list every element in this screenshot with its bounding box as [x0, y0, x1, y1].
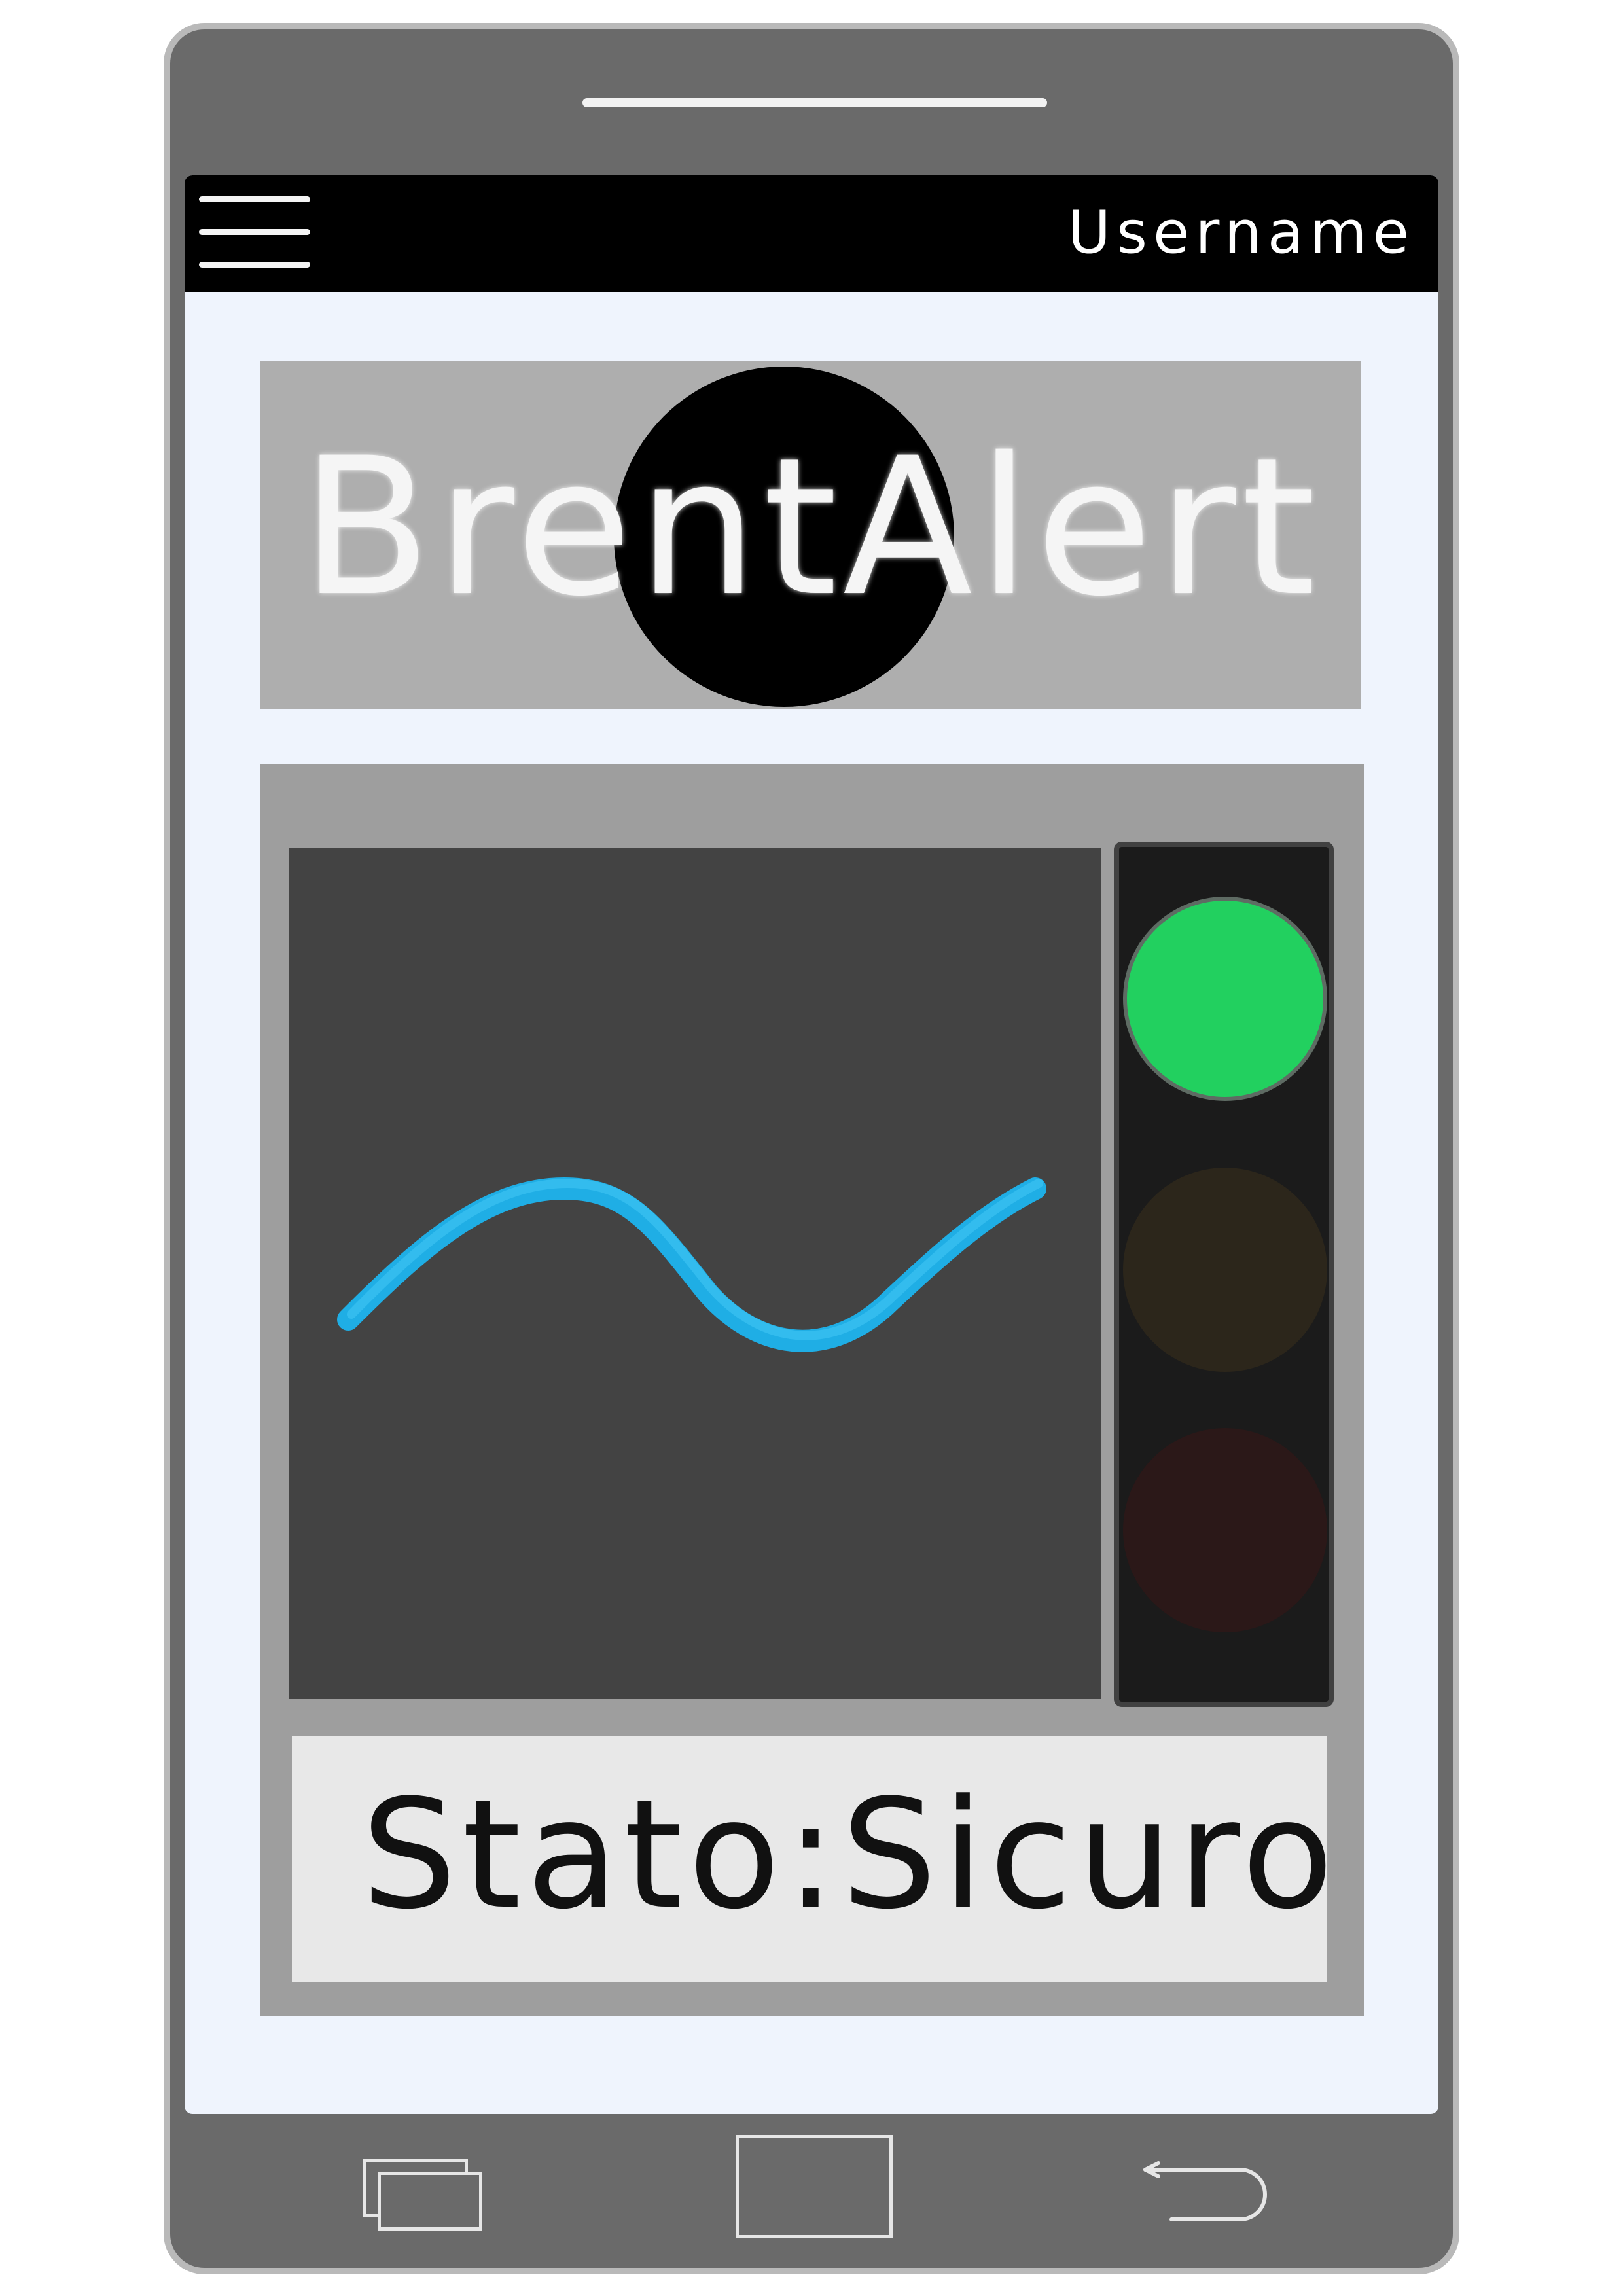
level-graph	[289, 848, 1101, 1699]
red-light	[1123, 1428, 1327, 1632]
hamburger-menu-icon[interactable]	[199, 196, 310, 270]
status-text: Stato:Sicuro	[361, 1768, 1339, 1943]
username-label[interactable]: Username	[1067, 200, 1415, 266]
system-nav-bar	[0, 2114, 1623, 2251]
yellow-light	[1123, 1168, 1327, 1372]
monitor-panel: Stato:Sicuro	[260, 764, 1364, 2016]
recent-apps-icon[interactable]	[363, 2159, 482, 2231]
status-box: Stato:Sicuro	[292, 1736, 1334, 1982]
logo-banner: BrentAlert	[260, 361, 1361, 709]
level-graph-svg	[337, 1177, 1046, 1352]
back-icon[interactable]	[1132, 2150, 1276, 2222]
app-bar: Username	[185, 175, 1438, 292]
app-logo-text: BrentAlert	[300, 418, 1321, 638]
app-screen: Username BrentAlert Stato:Sicuro	[185, 175, 1438, 2114]
traffic-light	[1114, 842, 1334, 1707]
speaker-slot	[582, 98, 1047, 107]
home-icon[interactable]	[736, 2135, 893, 2238]
green-light	[1123, 897, 1327, 1101]
